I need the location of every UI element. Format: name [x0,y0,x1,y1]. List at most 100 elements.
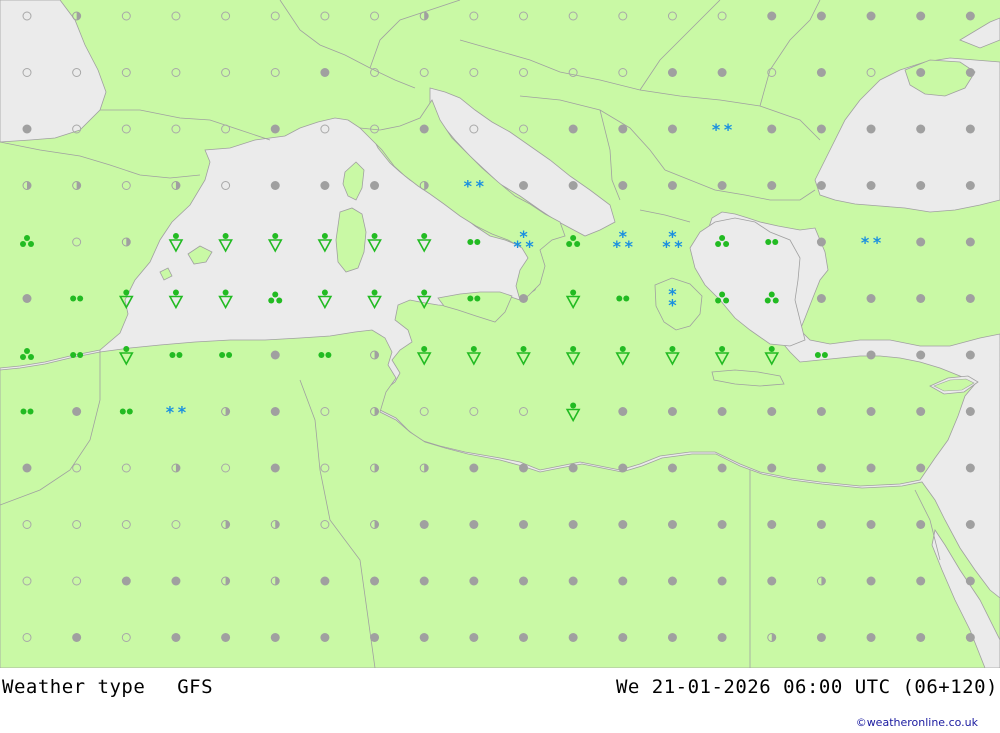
overcast-icon [965,407,975,416]
overcast-icon [270,633,280,642]
overcast-icon [667,407,677,416]
overcast-icon [717,181,727,190]
overcast-icon [667,124,677,134]
overcast-icon [916,11,926,21]
map-title: Weather type GFS [2,676,213,698]
overcast-icon [419,124,429,134]
overcast-icon [916,407,926,416]
overcast-icon [916,124,926,134]
overcast-icon [667,463,677,473]
svg-text:*: * [861,233,870,252]
overcast-icon [370,576,380,586]
overcast-icon [916,350,926,360]
title-label: Weather type [2,676,146,698]
overcast-icon [370,633,380,642]
overcast-icon [519,294,528,303]
overcast-icon [965,350,975,360]
svg-text:*: * [712,120,721,139]
valid-time-label: We 21-01-2026 06:00 UTC (06+120) [615,676,998,698]
overcast-icon [866,124,876,134]
overcast-icon [72,633,82,642]
overcast-icon [320,633,330,642]
overcast-icon [866,520,876,529]
overcast-icon [121,576,131,586]
svg-text:*: * [525,237,534,256]
overcast-icon [419,633,429,642]
overcast-icon [469,463,479,473]
overcast-icon [667,181,677,190]
overcast-icon [667,520,677,529]
overcast-icon [270,407,280,416]
overcast-icon [866,294,876,303]
svg-text:*: * [668,296,677,315]
overcast-icon [618,181,628,190]
overcast-icon [866,350,876,360]
overcast-icon [816,520,826,529]
overcast-icon [22,463,32,473]
overcast-icon [618,633,628,642]
overcast-icon [965,181,975,190]
overcast-icon [568,463,578,473]
svg-text:*: * [476,177,485,196]
svg-text:*: * [674,237,683,256]
overcast-icon [270,350,280,360]
svg-text:*: * [625,237,634,256]
overcast-icon [965,68,975,77]
overcast-icon [816,124,826,134]
overcast-icon [618,463,628,473]
overcast-icon [816,463,826,473]
svg-text:*: * [724,120,733,139]
overcast-icon [816,407,826,416]
overcast-icon [22,124,32,134]
overcast-icon [916,463,926,473]
overcast-icon [568,520,578,529]
overcast-icon [270,181,280,190]
overcast-icon [618,124,628,134]
overcast-icon [767,124,777,134]
svg-text:*: * [873,233,882,252]
snow-icon: ** [668,285,677,315]
overcast-icon [816,237,826,247]
overcast-icon [767,181,777,190]
svg-text:*: * [464,177,473,196]
overcast-icon [618,576,628,586]
overcast-icon [519,633,528,642]
overcast-icon [419,576,429,586]
overcast-icon [221,633,231,642]
overcast-icon [916,237,926,247]
overcast-icon [916,576,926,586]
overcast-icon [320,68,330,77]
overcast-icon [320,181,330,190]
svg-text:*: * [613,237,622,256]
overcast-icon [270,124,280,134]
overcast-icon [767,520,777,529]
overcast-icon [916,520,926,529]
overcast-icon [568,576,578,586]
overcast-icon [717,407,727,416]
overcast-icon [816,633,826,642]
overcast-icon [816,11,826,21]
overcast-icon [618,407,628,416]
overcast-icon [519,463,528,473]
overcast-icon [916,68,926,77]
overcast-icon [916,181,926,190]
overcast-icon [767,576,777,586]
overcast-icon [866,463,876,473]
overcast-icon [767,463,777,473]
copyright-link[interactable]: ©weatheronline.co.uk [856,716,978,729]
overcast-icon [965,520,975,529]
overcast-icon [816,294,826,303]
overcast-icon [965,576,975,586]
svg-text:*: * [166,403,175,422]
model-label: GFS [177,676,214,698]
overcast-icon [965,294,975,303]
overcast-icon [568,633,578,642]
overcast-icon [717,520,727,529]
overcast-icon [171,576,181,586]
overcast-icon [866,633,876,642]
overcast-icon [965,11,975,21]
overcast-icon [469,576,479,586]
map-canvas: ********************* [0,0,1000,668]
overcast-icon [866,11,876,21]
overcast-icon [519,576,528,586]
